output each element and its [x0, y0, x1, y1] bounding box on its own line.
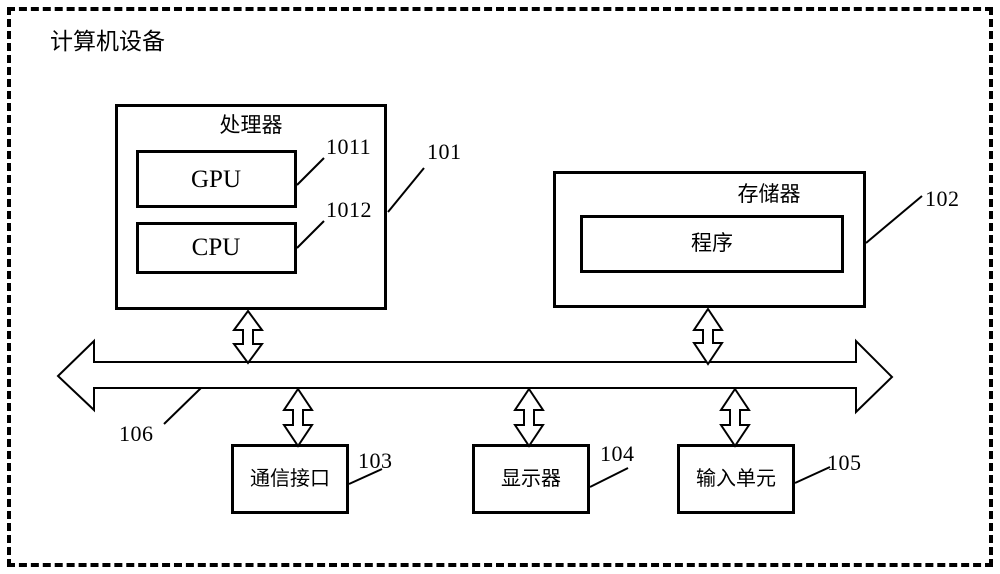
display-label: 显示器 — [501, 466, 561, 490]
ref-numeral-102: 102 — [925, 186, 960, 211]
computer-device-title: 计算机设备 — [50, 29, 165, 55]
ref-numeral-1012: 1012 — [326, 197, 372, 222]
input-unit-label: 输入单元 — [696, 466, 776, 490]
cpu-label: CPU — [191, 234, 241, 261]
diagram-canvas: 计算机设备 处理器 GPU CPU 存储器 程序 通信总线 通信接口 显示器 输… — [0, 0, 1000, 574]
ref-numeral-103: 103 — [358, 448, 393, 473]
communication-interface-label: 通信接口 — [250, 466, 330, 490]
ref-numeral-101: 101 — [427, 139, 462, 164]
ref-numeral-105: 105 — [827, 450, 862, 475]
gpu-label: GPU — [190, 166, 242, 193]
communication-bus-label: 通信总线 — [218, 362, 302, 386]
ref-numeral-106: 106 — [119, 421, 154, 446]
program-label: 程序 — [691, 231, 733, 255]
ref-numeral-1011: 1011 — [326, 134, 372, 159]
memory-label: 存储器 — [737, 182, 801, 206]
processor-label: 处理器 — [219, 113, 283, 137]
ref-numeral-104: 104 — [600, 441, 635, 466]
